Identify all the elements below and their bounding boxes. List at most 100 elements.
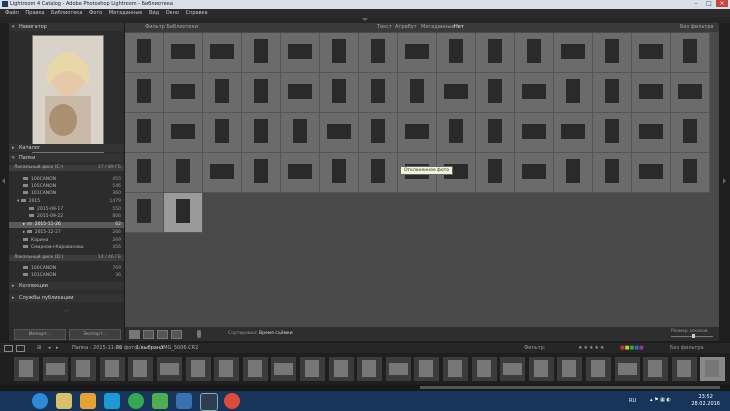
loupe-view-button[interactable] — [143, 330, 154, 339]
thumbnail-cell[interactable] — [515, 73, 554, 113]
thumbnail-cell[interactable] — [671, 33, 710, 73]
thumbnail-cell[interactable] — [203, 33, 242, 73]
thumbnail-cell[interactable] — [437, 113, 476, 153]
folder-row[interactable]: 100CANON 769 — [9, 266, 124, 272]
spray-can-icon[interactable] — [197, 330, 201, 338]
thumbnail-cell[interactable] — [554, 113, 593, 153]
thumbnail-cell[interactable] — [671, 113, 710, 153]
thumbnail-cell[interactable] — [593, 73, 632, 113]
grid-view-button[interactable] — [129, 330, 140, 339]
thumbnail-cell[interactable] — [164, 113, 203, 153]
folder-row[interactable]: 101CANON 360 — [9, 191, 124, 197]
filmstrip-thumb[interactable] — [214, 357, 240, 381]
filmstrip-thumb[interactable] — [471, 357, 497, 381]
thumbnail-cell[interactable] — [359, 113, 398, 153]
filmstrip-thumb[interactable] — [14, 357, 39, 381]
secondary-window-icon[interactable] — [16, 345, 25, 352]
photoshop-icon[interactable] — [176, 393, 192, 409]
language-indicator[interactable]: RU — [629, 398, 636, 404]
thumbnail-cell[interactable] — [437, 73, 476, 113]
filmstrip-thumb[interactable] — [443, 357, 468, 381]
folder-row[interactable]: 2015-09-22 806 — [9, 214, 124, 220]
thumbnail-cell[interactable] — [515, 153, 554, 193]
filmstrip-thumb[interactable] — [357, 357, 383, 381]
thumbnail-cell[interactable] — [281, 73, 320, 113]
thumbnail-cell[interactable] — [359, 73, 398, 113]
start-button[interactable] — [32, 393, 48, 409]
folder-row[interactable]: 2015-09-17 550 — [9, 207, 124, 213]
filter-metadata-tab[interactable]: Метаданные — [421, 23, 454, 32]
filmstrip-scroll-thumb[interactable] — [420, 386, 720, 389]
thumbnail-cell[interactable] — [437, 33, 476, 73]
color-label-filter[interactable]: ■■■■■ — [620, 343, 644, 353]
filmstrip-thumb-selected[interactable] — [700, 357, 726, 381]
thumbnail-cell[interactable] — [476, 73, 515, 113]
thumbnail-cell[interactable] — [476, 33, 515, 73]
thumbnail-cell[interactable] — [242, 73, 281, 113]
close-button[interactable]: × — [716, 0, 728, 7]
tray-icons[interactable]: ▴ ⚑ ▦ ◐ — [650, 397, 690, 405]
filmstrip-thumb[interactable] — [614, 357, 640, 381]
folder-row[interactable]: ▸ 2015-12-27 266 — [9, 230, 124, 236]
thumbnail-cell[interactable] — [164, 73, 203, 113]
filmstrip-thumb[interactable] — [385, 357, 411, 381]
navigator-preview[interactable] — [32, 35, 104, 153]
folder-row-selected[interactable]: ▸ 2015-11-26 62 — [9, 222, 124, 228]
thumbnail-cell[interactable] — [554, 73, 593, 113]
filmstrip-thumb[interactable] — [557, 357, 583, 381]
forward-arrow-icon[interactable]: ▸ — [56, 343, 59, 353]
thumbnail-cell[interactable] — [398, 113, 437, 153]
thumbnail-cell[interactable] — [632, 73, 671, 113]
thumbnail-cell[interactable] — [671, 153, 710, 193]
survey-view-button[interactable] — [171, 330, 182, 339]
filmstrip-thumb[interactable] — [99, 357, 125, 381]
thumbnail-cell[interactable] — [125, 193, 164, 233]
menu-photo[interactable]: Фото — [89, 9, 102, 17]
skype-icon[interactable] — [104, 393, 120, 409]
thumbnail-size-handle[interactable] — [692, 334, 695, 338]
thumbnail-cell[interactable] — [320, 113, 359, 153]
filter-none-tab[interactable]: Нет — [454, 23, 464, 32]
thumbnail-cell[interactable] — [554, 153, 593, 193]
torrent-icon[interactable] — [152, 393, 168, 409]
clock[interactable]: 23:52 28.02.2016 — [691, 394, 720, 408]
filmstrip-thumb[interactable] — [500, 357, 526, 381]
chrome-icon[interactable] — [224, 393, 240, 409]
thumbnail-cell[interactable] — [125, 113, 164, 153]
filter-text-tab[interactable]: Текст — [377, 23, 392, 32]
sort-select[interactable]: Время съёмки — [259, 331, 293, 336]
menu-help[interactable]: Справка — [186, 9, 208, 17]
filmstrip-thumb[interactable] — [586, 357, 611, 381]
thumbnail-cell[interactable] — [320, 153, 359, 193]
thumbnail-cell[interactable] — [593, 113, 632, 153]
menu-edit[interactable]: Правка — [25, 9, 44, 17]
menu-metadata[interactable]: Метаданные — [109, 9, 142, 17]
thumbnail-cell[interactable] — [476, 153, 515, 193]
left-edge-strip[interactable] — [0, 23, 9, 341]
compare-view-button[interactable] — [157, 330, 168, 339]
filmstrip-thumb[interactable] — [414, 357, 440, 381]
thumbnail-cell[interactable] — [320, 33, 359, 73]
filmstrip-thumb[interactable] — [42, 357, 68, 381]
filmstrip-thumb[interactable] — [271, 357, 297, 381]
thumbnail-cell[interactable] — [671, 73, 710, 113]
publish-services-header[interactable]: ▸ Службы публикации — [9, 294, 124, 302]
thumbnail-cell[interactable] — [515, 33, 554, 73]
thumbnail-cell[interactable] — [632, 33, 671, 73]
export-button[interactable]: Экспорт... — [69, 329, 121, 340]
filmstrip-thumb[interactable] — [671, 357, 697, 381]
volume-row[interactable]: Локальный диск (D:) 14 / 46 ГБ — [9, 255, 124, 261]
filmstrip-thumb[interactable] — [328, 357, 354, 381]
thumbnail-cell[interactable] — [554, 33, 593, 73]
thumbnail-cell[interactable] — [359, 153, 398, 193]
folder-row[interactable]: Смирнов+Караванова 456 — [9, 245, 124, 251]
filmstrip-thumb[interactable] — [300, 357, 325, 381]
thumbnail-cell[interactable] — [125, 153, 164, 193]
filmstrip-thumb[interactable] — [528, 357, 554, 381]
filmstrip-thumb[interactable] — [128, 357, 154, 381]
right-edge-strip[interactable] — [719, 23, 730, 341]
media-player-icon[interactable] — [80, 393, 96, 409]
thumbnail-cell[interactable] — [281, 33, 320, 73]
filter-attribute-tab[interactable]: Атрибут — [395, 23, 417, 32]
filter-preset-select[interactable]: Без фильтра — [680, 23, 714, 32]
